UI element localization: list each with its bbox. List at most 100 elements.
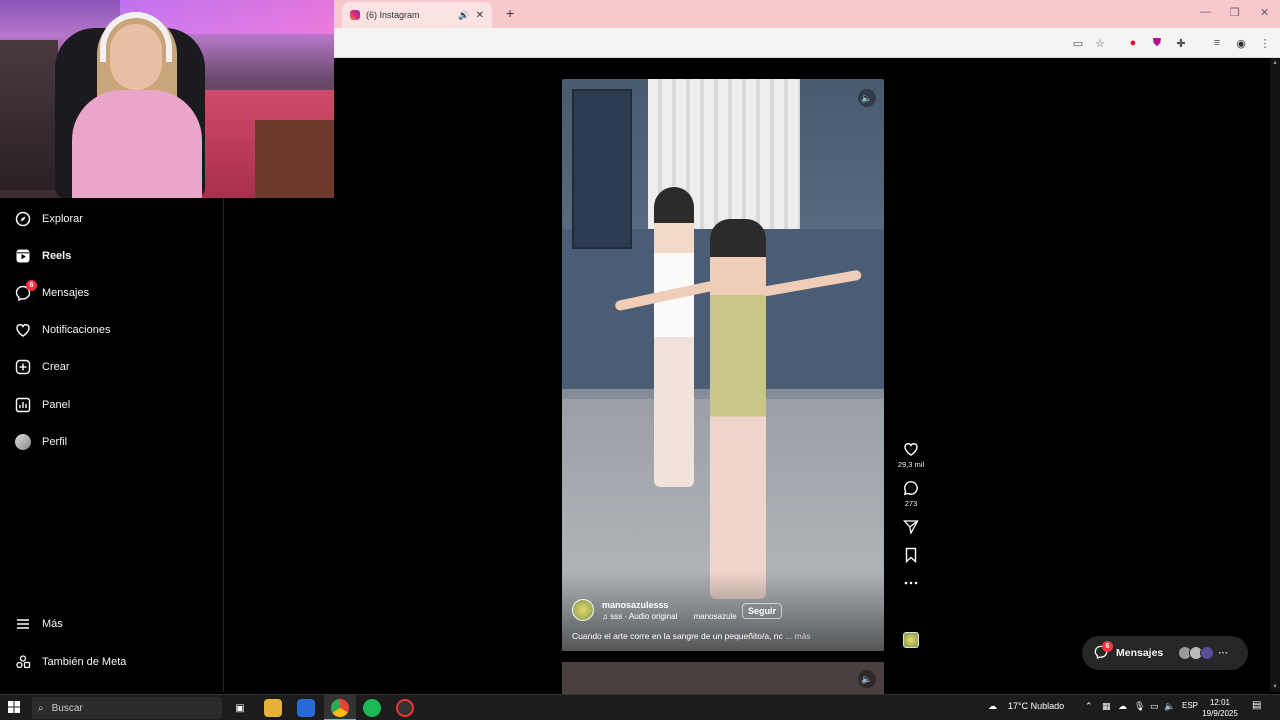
heart-icon bbox=[14, 321, 32, 339]
sidebar-item-perfil[interactable]: Perfil bbox=[14, 431, 67, 453]
chrome-icon[interactable] bbox=[331, 699, 349, 717]
shelf bbox=[0, 40, 58, 190]
profile-avatar-icon[interactable]: ◉ bbox=[1234, 36, 1248, 50]
caption-more-link[interactable]: ... más bbox=[785, 631, 811, 641]
messages-label: Mensajes bbox=[1116, 647, 1164, 659]
tab-title: (6) Instagram bbox=[366, 10, 420, 20]
sidebar-item-label: Explorar bbox=[42, 213, 83, 225]
sidebar-item-label: Notificaciones bbox=[42, 324, 111, 336]
recent-avatars bbox=[1178, 646, 1215, 660]
scroll-down-icon[interactable]: ▼ bbox=[1270, 684, 1280, 690]
also-from-meta-button[interactable]: También de Meta bbox=[14, 651, 126, 673]
store-icon[interactable] bbox=[297, 699, 315, 717]
clock-date: 19/9/2025 bbox=[1202, 709, 1238, 718]
install-app-icon[interactable]: ▭ bbox=[1071, 36, 1085, 50]
comment-button[interactable]: 273 bbox=[894, 479, 928, 508]
notification-icon[interactable]: ▤ bbox=[1252, 700, 1266, 714]
instagram-favicon-icon bbox=[350, 10, 360, 20]
sidebar-item-label: Crear bbox=[42, 361, 70, 373]
author-username[interactable]: manosazulesss bbox=[602, 600, 737, 610]
webcam-overlay bbox=[0, 0, 334, 198]
cloud-icon[interactable]: ☁ bbox=[1118, 701, 1127, 712]
bar-chart-icon bbox=[14, 396, 32, 414]
taskbar-search[interactable]: ⌕ Buscar bbox=[32, 697, 222, 719]
scroll-up-icon[interactable]: ▲ bbox=[1270, 60, 1280, 66]
tab-close-icon[interactable]: ✕ bbox=[476, 10, 484, 21]
bookmark-icon bbox=[903, 546, 919, 564]
messages-pill[interactable]: 6 Mensajes ··· bbox=[1082, 636, 1248, 670]
microphone-icon[interactable]: 🎙 bbox=[1134, 701, 1145, 712]
opera-extension-icon[interactable]: ● bbox=[1126, 36, 1140, 50]
sidebar-item-label: Reels bbox=[42, 250, 72, 262]
weather-text[interactable]: 17°C Nublado bbox=[1008, 701, 1064, 711]
restore-button[interactable]: ❐ bbox=[1230, 6, 1240, 19]
extensions-puzzle-icon[interactable]: ✚ bbox=[1174, 36, 1188, 50]
media-queue-icon[interactable]: ≡ bbox=[1210, 36, 1224, 50]
dancer-front bbox=[710, 219, 766, 599]
shield-extension-icon[interactable]: ⛊ bbox=[1150, 36, 1164, 50]
close-window-button[interactable]: ✕ bbox=[1260, 6, 1269, 19]
paper-plane-icon bbox=[903, 518, 919, 536]
page-scrollbar[interactable]: ▲ ▼ bbox=[1270, 58, 1280, 692]
meta-label: También de Meta bbox=[42, 656, 127, 668]
screen: (6) Instagram 🔊 ✕ + — ❐ ✕ ▭ ☆ ● ⛊ ✚ ≡ ◉ … bbox=[0, 0, 1280, 720]
like-count: 29,3 mil bbox=[897, 460, 925, 469]
clock-time: 12:01 bbox=[1209, 698, 1231, 707]
search-icon: ⌕ bbox=[38, 702, 44, 714]
like-button[interactable]: 29,3 mil bbox=[894, 440, 928, 469]
obs-icon[interactable] bbox=[396, 699, 414, 717]
sidebar-item-label: Panel bbox=[42, 399, 71, 411]
minimize-button[interactable]: — bbox=[1200, 6, 1211, 18]
reel-caption: Cuando el arte corre en la sangre de un … bbox=[572, 631, 811, 641]
language-indicator[interactable]: ESP bbox=[1182, 701, 1198, 710]
kebab-menu-icon[interactable]: ⋮ bbox=[1258, 36, 1272, 50]
follow-button[interactable]: Seguir bbox=[742, 603, 783, 619]
search-placeholder: Buscar bbox=[51, 702, 83, 714]
author-avatar[interactable] bbox=[572, 599, 594, 621]
ellipsis-icon: ··· bbox=[1218, 647, 1229, 659]
dancer-back bbox=[654, 187, 694, 487]
volume-icon[interactable]: 🔈 bbox=[858, 89, 876, 107]
sidebar-item-label: Mensajes bbox=[42, 287, 90, 299]
more-menu-button[interactable]: Más bbox=[14, 613, 63, 635]
more-options-button[interactable] bbox=[894, 574, 928, 592]
save-button[interactable] bbox=[894, 546, 928, 564]
bookmark-star-icon[interactable]: ☆ bbox=[1093, 36, 1107, 50]
avatar bbox=[15, 434, 31, 450]
messenger-icon: 6 bbox=[1094, 640, 1113, 662]
sidebar-item-label: Perfil bbox=[42, 436, 68, 448]
tray-app-icon[interactable]: ▦ bbox=[1102, 701, 1111, 712]
sidebar-item-crear[interactable]: Crear bbox=[14, 356, 70, 378]
file-explorer-icon[interactable] bbox=[264, 699, 282, 717]
weather-icon: ☁ bbox=[988, 701, 997, 711]
audio-info[interactable]: ♫ sss · Audio original manosazule bbox=[602, 612, 737, 621]
new-tab-button[interactable]: + bbox=[506, 5, 514, 21]
messenger-icon: 6 bbox=[14, 280, 37, 302]
volume-icon[interactable]: 🔈 bbox=[858, 670, 876, 688]
sidebar-item-mensajes[interactable]: 6 Mensajes bbox=[14, 280, 90, 304]
meta-apps-icon bbox=[14, 653, 32, 671]
share-button[interactable] bbox=[894, 518, 928, 536]
sidebar-item-notificaciones[interactable]: Notificaciones bbox=[14, 319, 110, 341]
tray-chevron-icon[interactable]: ⌃ bbox=[1085, 701, 1093, 712]
task-view-icon[interactable]: ▣ bbox=[231, 699, 249, 717]
heart-icon bbox=[903, 440, 919, 458]
comment-count: 273 bbox=[904, 499, 918, 508]
tab-instagram[interactable]: (6) Instagram 🔊 ✕ bbox=[342, 2, 492, 28]
unread-badge: 6 bbox=[26, 280, 37, 291]
sidebar-item-explorar[interactable]: Explorar bbox=[14, 208, 83, 230]
spotify-icon[interactable] bbox=[363, 699, 381, 717]
reel-video[interactable]: 🔈 manosazulesss ♫ sss · Audio original m… bbox=[562, 79, 884, 651]
clock[interactable]: 12:01 19/9/2025 bbox=[1198, 697, 1242, 719]
sidebar-item-panel[interactable]: Panel bbox=[14, 394, 70, 416]
instagram-sidebar: Explorar Reels 6 Mensajes Notificaciones bbox=[0, 198, 224, 692]
taskbar: ⌕ Buscar ▣ ☁ 17°C Nublado ⌃ ▦ ☁ 🎙 ▭ 🔈 ES… bbox=[0, 694, 1280, 720]
sidebar-item-reels[interactable]: Reels bbox=[14, 245, 71, 267]
windows-start-icon[interactable] bbox=[8, 701, 20, 716]
audio-thumbnail[interactable] bbox=[903, 632, 919, 648]
speaker-icon[interactable]: 🔊 bbox=[458, 10, 469, 21]
speaker-icon[interactable]: 🔈 bbox=[1164, 701, 1175, 712]
browser-tab-bar: (6) Instagram 🔊 ✕ + — ❐ ✕ bbox=[334, 0, 1280, 28]
hamburger-icon bbox=[14, 615, 32, 633]
network-icon[interactable]: ▭ bbox=[1150, 701, 1159, 712]
